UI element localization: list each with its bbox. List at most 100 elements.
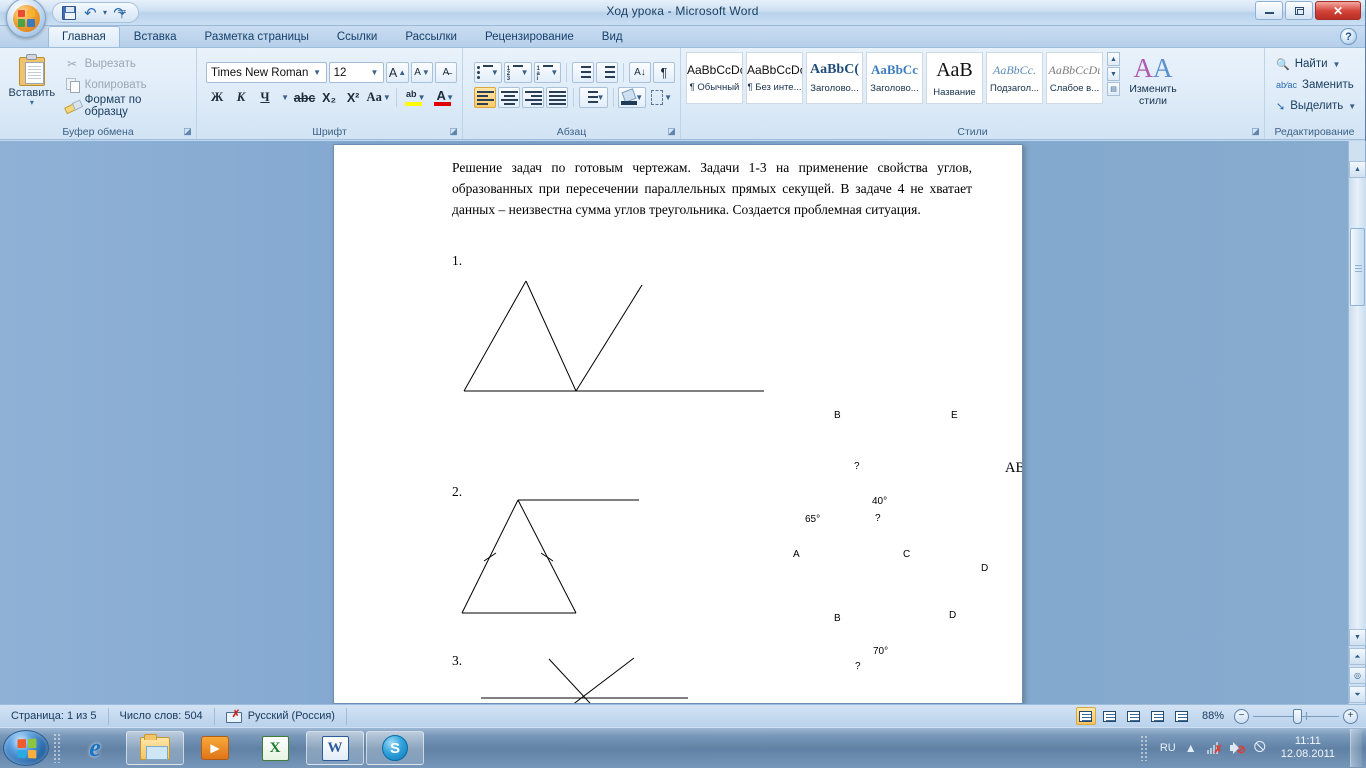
font-size-combo[interactable]: 12 ▼ xyxy=(328,62,384,83)
tray-grip[interactable] xyxy=(1139,735,1149,761)
style-item-subtitle[interactable]: AaBbCc. Подзагол... xyxy=(986,52,1043,104)
scroll-up-button[interactable]: ▲ xyxy=(1349,161,1366,178)
decrease-indent-button[interactable] xyxy=(572,62,595,83)
browse-object-selector-button[interactable]: ◎ xyxy=(1349,667,1366,684)
language-indicator[interactable]: Русский (Россия) xyxy=(215,707,347,725)
replace-button[interactable]: ab⁄ac Заменить xyxy=(1273,76,1359,95)
bold-button[interactable]: Ж xyxy=(206,87,228,108)
zoom-level[interactable]: 88% xyxy=(1196,710,1230,722)
view-web-layout-button[interactable] xyxy=(1124,707,1144,725)
view-draft-button[interactable] xyxy=(1172,707,1192,725)
document-area[interactable]: Решение задач по готовым чертежам. Задач… xyxy=(0,141,1366,704)
tab-insert[interactable]: Вставка xyxy=(120,26,191,47)
tab-review[interactable]: Рецензирование xyxy=(471,26,588,47)
zoom-slider[interactable]: − + xyxy=(1234,708,1358,724)
styles-scroll-up-button[interactable]: ▲ xyxy=(1107,52,1120,66)
previous-page-button[interactable]: ⏶ xyxy=(1349,648,1366,665)
font-name-combo[interactable]: Times New Roman ▼ xyxy=(206,62,327,83)
superscript-button[interactable]: X² xyxy=(342,87,364,108)
clock[interactable]: 11:11 12.08.2011 xyxy=(1275,735,1341,761)
copy-button[interactable]: Копировать xyxy=(61,76,191,95)
shading-button[interactable]: ▼ xyxy=(618,87,647,108)
style-item-heading-1[interactable]: AaBbC( Заголово... xyxy=(806,52,863,104)
find-button[interactable]: 🔍 Найти ▼ xyxy=(1273,55,1359,74)
style-item-title[interactable]: АаВ Название xyxy=(926,52,983,104)
select-button[interactable]: ➘ Выделить ▼ xyxy=(1273,97,1359,116)
line-spacing-button[interactable]: ▼ xyxy=(578,87,608,108)
increase-indent-button[interactable] xyxy=(596,62,619,83)
paragraph-dialog-launcher-icon[interactable]: ◪ xyxy=(666,126,677,137)
clipboard-dialog-launcher-icon[interactable]: ◪ xyxy=(182,126,193,137)
document-page[interactable]: Решение задач по готовым чертежам. Задач… xyxy=(333,144,1023,704)
word-count[interactable]: Число слов: 504 xyxy=(109,707,215,725)
change-case-button[interactable]: Aa ▼ xyxy=(366,87,391,108)
multilevel-list-button[interactable]: 1 a i ▼ xyxy=(533,62,562,83)
show-hidden-icons-button[interactable]: ▲ xyxy=(1183,740,1199,756)
show-desktop-button[interactable] xyxy=(1350,729,1362,767)
style-item-normal[interactable]: AaBbCcDc ¶ Обычный xyxy=(686,52,743,104)
change-styles-button[interactable]: AA Изменить стили xyxy=(1120,52,1186,107)
zoom-track[interactable] xyxy=(1253,708,1339,724)
page-indicator[interactable]: Страница: 1 из 5 xyxy=(0,707,109,725)
style-item-heading-2[interactable]: AaBbCc Заголово... xyxy=(866,52,923,104)
style-item-no-spacing[interactable]: AaBbCcDc ¶ Без инте... xyxy=(746,52,803,104)
next-page-button[interactable]: ⏷ xyxy=(1349,686,1366,703)
taskbar-item-excel[interactable]: X xyxy=(246,731,304,765)
align-right-button[interactable] xyxy=(522,87,544,108)
tab-references[interactable]: Ссылки xyxy=(323,26,392,47)
taskbar-item-internet-explorer[interactable]: e xyxy=(66,731,124,765)
chevron-down-icon[interactable]: ▼ xyxy=(368,68,381,77)
borders-button[interactable]: ▼ xyxy=(648,87,675,108)
restore-button[interactable] xyxy=(1285,1,1313,20)
taskbar-item-media-player[interactable]: ▶ xyxy=(186,731,244,765)
italic-button[interactable]: К xyxy=(230,87,252,108)
taskbar-item-explorer[interactable] xyxy=(126,731,184,765)
font-color-button[interactable]: A ▼ xyxy=(431,87,458,108)
scrollbar-track[interactable] xyxy=(1349,178,1366,646)
taskbar-grip[interactable] xyxy=(53,733,62,763)
volume-icon[interactable]: ⊘ xyxy=(1229,740,1246,756)
align-left-button[interactable] xyxy=(474,87,496,108)
start-button[interactable] xyxy=(3,730,49,766)
underline-dropdown-icon[interactable]: ▼ xyxy=(278,87,291,108)
paste-dropdown-icon[interactable]: ▾ xyxy=(30,99,34,107)
clear-formatting-button[interactable]: A̶ xyxy=(435,62,457,83)
view-print-layout-button[interactable] xyxy=(1075,707,1096,725)
close-button[interactable]: ✕ xyxy=(1315,1,1361,20)
network-icon[interactable]: ✗ xyxy=(1206,740,1223,756)
shrink-font-button[interactable]: A ▼ xyxy=(411,62,433,83)
help-icon[interactable]: ? xyxy=(1340,28,1357,45)
language-indicator-tray[interactable]: RU xyxy=(1160,742,1176,754)
styles-more-button[interactable]: ▤ xyxy=(1107,82,1120,96)
tab-page-layout[interactable]: Разметка страницы xyxy=(191,26,323,47)
grow-font-button[interactable]: A ▲ xyxy=(385,62,409,83)
action-center-icon[interactable]: 🛇 xyxy=(1252,740,1268,756)
numbering-button[interactable]: 1 2 3 ▼ xyxy=(503,62,532,83)
font-dialog-launcher-icon[interactable]: ◪ xyxy=(448,126,459,137)
strikethrough-button[interactable]: abc xyxy=(293,87,316,108)
minimize-button[interactable] xyxy=(1255,1,1283,20)
show-formatting-marks-button[interactable]: ¶ xyxy=(652,62,675,83)
tab-mailings[interactable]: Рассылки xyxy=(391,26,471,47)
chevron-down-icon[interactable]: ▼ xyxy=(311,68,324,77)
subscript-button[interactable]: X₂ xyxy=(318,87,340,108)
highlight-button[interactable]: ab ▼ xyxy=(402,87,429,108)
scrollbar-thumb[interactable] xyxy=(1350,228,1365,306)
view-full-screen-reading-button[interactable] xyxy=(1100,707,1120,725)
tab-home[interactable]: Главная xyxy=(48,26,120,47)
style-item-subtle-emphasis[interactable]: AaBbCcDι Слабое в... xyxy=(1046,52,1103,104)
underline-button[interactable]: Ч xyxy=(254,87,276,108)
vertical-scrollbar[interactable]: ▲ ▼ ⏶ ◎ ⏷ xyxy=(1348,141,1366,704)
justify-button[interactable] xyxy=(546,87,568,108)
taskbar-item-skype[interactable]: S xyxy=(366,731,424,765)
view-outline-button[interactable] xyxy=(1148,707,1168,725)
align-center-button[interactable] xyxy=(498,87,520,108)
zoom-out-button[interactable]: − xyxy=(1234,708,1249,724)
paste-button[interactable]: Вставить ▾ xyxy=(5,50,59,120)
sort-button[interactable]: А↓ xyxy=(628,62,651,83)
zoom-thumb[interactable] xyxy=(1293,708,1302,724)
zoom-in-button[interactable]: + xyxy=(1343,708,1358,724)
format-painter-button[interactable]: Формат по образцу xyxy=(61,94,191,118)
scroll-down-button[interactable]: ▼ xyxy=(1349,629,1366,646)
cut-button[interactable]: ✂ Вырезать xyxy=(61,55,191,74)
